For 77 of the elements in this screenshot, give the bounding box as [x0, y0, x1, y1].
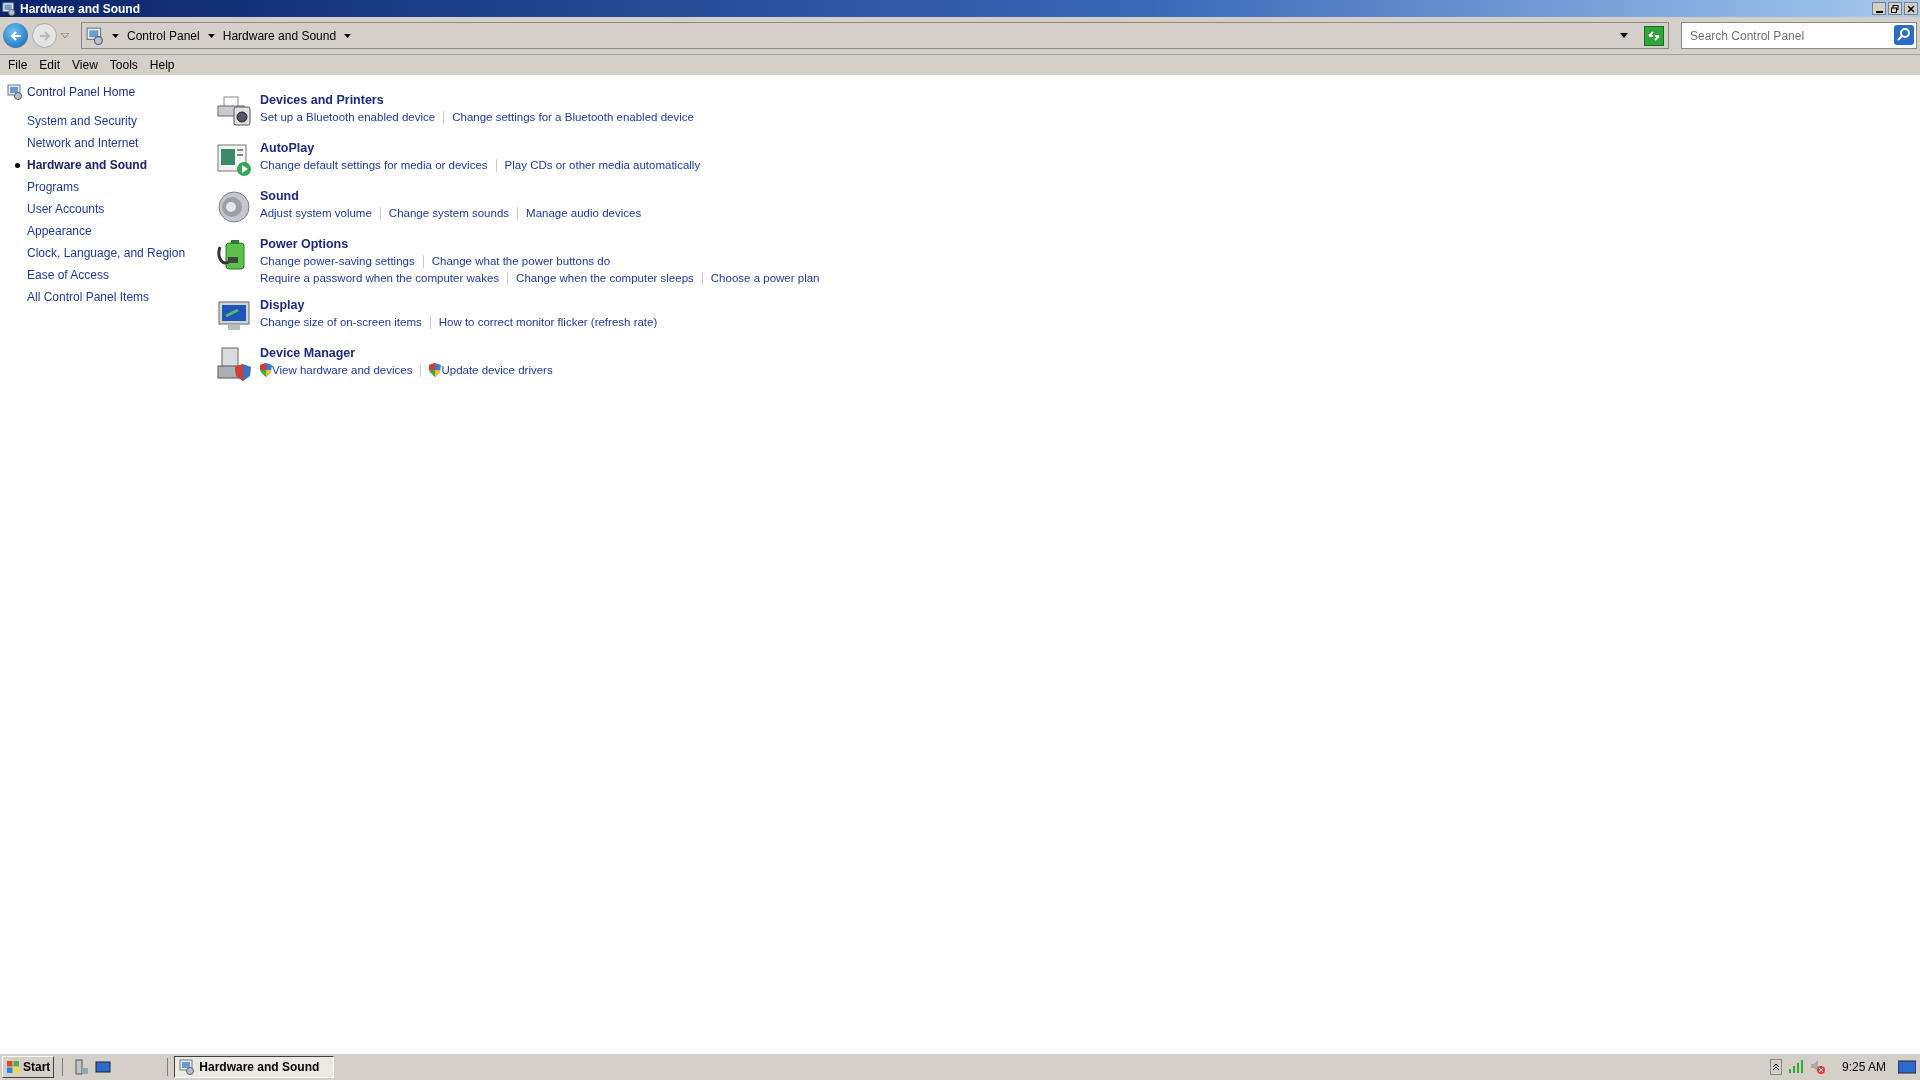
sidebar-link[interactable]: Appearance — [27, 222, 92, 240]
breadcrumb-caret-icon[interactable] — [344, 33, 352, 38]
printer-camera-icon — [216, 93, 252, 129]
sidebar-link[interactable]: User Accounts — [27, 200, 105, 218]
task-link[interactable]: Change when the computer sleeps — [516, 270, 694, 286]
task-link[interactable]: Choose a power plan — [710, 270, 820, 286]
task-link[interactable]: Manage audio devices — [526, 205, 642, 221]
search-field[interactable]: Search Control Panel — [1681, 22, 1917, 49]
task-link[interactable]: Change power-saving settings — [260, 253, 415, 269]
sidebar-link[interactable]: Hardware and Sound — [27, 156, 148, 174]
sidebar-link[interactable]: Network and Internet — [27, 134, 139, 152]
refresh-arrows-icon — [1647, 29, 1661, 42]
task-link[interactable]: Change what the power buttons do — [431, 253, 611, 269]
restore-button[interactable] — [1888, 2, 1902, 15]
task-link[interactable]: Update device drivers — [441, 362, 553, 378]
address-bar[interactable]: Control Panel Hardware and Sound — [81, 22, 1669, 49]
home-link[interactable]: Control Panel Home — [27, 83, 136, 101]
close-icon — [1907, 4, 1915, 13]
shield-icon — [429, 363, 442, 377]
menu-item[interactable]: Edit — [33, 56, 67, 74]
task-link[interactable]: How to correct monitor flicker (refresh rate) — [438, 314, 658, 330]
breadcrumb-caret-icon[interactable] — [112, 33, 119, 38]
muted-speaker-icon[interactable] — [1809, 1059, 1826, 1075]
category-title[interactable]: Sound — [260, 189, 642, 204]
address-dropdown-icon[interactable] — [1620, 33, 1628, 38]
sidebar-link[interactable]: Clock, Language, and Region — [27, 244, 186, 262]
menu-item[interactable]: Help — [143, 56, 181, 74]
category-title[interactable]: Devices and Printers — [260, 93, 694, 108]
task-link[interactable]: Adjust system volume — [260, 205, 372, 221]
search-icon[interactable] — [1894, 25, 1914, 45]
autoplay-icon — [216, 141, 252, 177]
task-link[interactable]: Set up a Bluetooth enabled device — [260, 109, 436, 125]
breadcrumb[interactable]: Hardware and Sound — [222, 26, 337, 45]
windows-flag-icon — [6, 1060, 20, 1074]
category-title[interactable]: AutoPlay — [260, 141, 701, 156]
breadcrumb-caret-icon[interactable] — [207, 33, 215, 38]
control-panel-icon — [7, 84, 23, 100]
control-panel-icon — [179, 1059, 196, 1075]
sidebar-link[interactable]: System and Security — [27, 112, 138, 130]
category-title[interactable]: Device Manager — [260, 346, 553, 361]
sidebar-link[interactable]: All Control Panel Items — [27, 288, 150, 306]
category-title[interactable]: Power Options — [260, 237, 820, 252]
close-button[interactable] — [1904, 2, 1918, 15]
sidebar-link[interactable]: Ease of Access — [27, 266, 110, 284]
breadcrumb[interactable]: Control Panel — [127, 26, 200, 45]
window-title: Hardware and Sound — [20, 0, 141, 18]
task-link[interactable]: Require a password when the computer wakes — [260, 270, 500, 286]
desktop-icon[interactable] — [95, 1059, 112, 1075]
computer-shield-icon — [216, 346, 252, 382]
control-panel-icon — [86, 26, 104, 45]
sidebar-link[interactable]: Programs — [27, 178, 79, 196]
task-link[interactable]: Change default settings for media or devices — [260, 157, 488, 173]
task-link[interactable]: View hardware and devices — [272, 362, 413, 378]
restore-icon — [1891, 4, 1899, 13]
menu-item[interactable]: File — [2, 56, 34, 74]
back-arrow-icon — [9, 29, 22, 42]
show-desktop-icon[interactable] — [1898, 1059, 1916, 1075]
window-icon — [2, 1, 16, 16]
task-link[interactable]: Change size of on-screen items — [260, 314, 422, 330]
minimize-button[interactable] — [1872, 2, 1886, 15]
back-button[interactable] — [3, 23, 28, 48]
category-title[interactable]: Display — [260, 298, 658, 313]
minimize-icon — [1875, 10, 1883, 13]
selected-bullet-icon — [14, 162, 20, 168]
chevron-up-icon[interactable] — [1769, 1059, 1782, 1075]
shield-icon — [260, 363, 272, 377]
task-link[interactable]: Change system sounds — [388, 205, 510, 221]
task-link[interactable]: Change settings for a Bluetooth enabled device — [452, 109, 694, 125]
forward-arrow-icon — [38, 29, 51, 42]
refresh-button[interactable] — [1644, 25, 1664, 46]
start-button[interactable]: Start — [2, 1056, 55, 1078]
task-link[interactable]: Play CDs or other media automatically — [504, 157, 701, 173]
clock[interactable]: 9:25 AM — [1841, 1058, 1886, 1076]
speaker-icon — [216, 189, 252, 225]
taskbar-button[interactable]: Hardware and Sound — [174, 1056, 335, 1078]
menu-item[interactable]: View — [66, 56, 104, 74]
menu-item[interactable]: Tools — [103, 56, 144, 74]
